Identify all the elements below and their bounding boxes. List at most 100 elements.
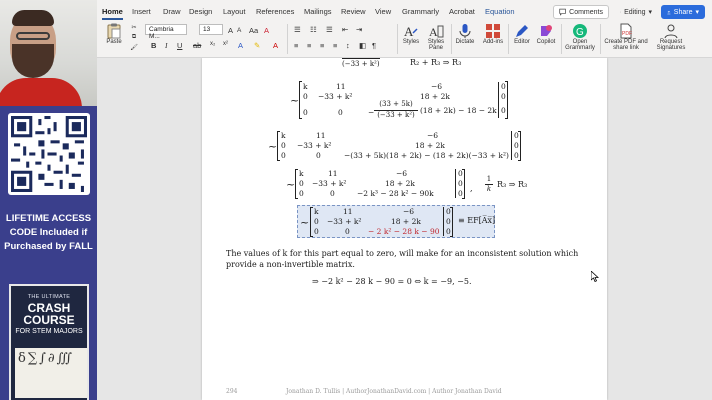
m1-frac-den: (−33 + k²): [374, 110, 418, 119]
tab-mailings[interactable]: Mailings: [304, 7, 332, 16]
italic-button[interactable]: I: [165, 41, 168, 50]
tab-view[interactable]: View: [375, 7, 391, 16]
pencil-icon: [620, 11, 622, 13]
numbering-icon[interactable]: ☷: [310, 25, 317, 34]
shrink-font-icon[interactable]: A: [237, 27, 241, 34]
font-color-icon[interactable]: A: [273, 41, 278, 50]
row-op-1: R₂ + R₃ ⇒ R₃: [410, 58, 462, 67]
font-name-dropdown[interactable]: Cambria M...: [145, 24, 187, 40]
styles-pane-icon: A: [429, 25, 444, 39]
dictate-button[interactable]: Dictate: [453, 23, 477, 45]
font-size-dropdown[interactable]: 13: [199, 24, 223, 35]
editor-icon: [516, 25, 528, 37]
m3-row-op: R₃ ⇒ R₃: [497, 180, 528, 189]
change-case-icon[interactable]: Aa: [249, 26, 258, 35]
comments-button[interactable]: Comments: [553, 5, 609, 19]
increase-indent-icon[interactable]: ⇥: [356, 25, 362, 34]
tab-grammarly[interactable]: Grammarly: [402, 7, 439, 16]
tilde-1: ~: [290, 94, 300, 107]
clear-format-icon[interactable]: A: [264, 26, 269, 35]
promo-sidebar: LIFETIME ACCESS CODE Included if Purchas…: [0, 0, 97, 400]
m1-cell: −6: [431, 82, 443, 91]
superscript-icon[interactable]: x²: [223, 41, 228, 47]
subscript-icon[interactable]: x₂: [210, 41, 215, 47]
share-label: Share: [673, 8, 693, 16]
paragraph-mark-icon[interactable]: ¶: [372, 41, 376, 50]
promo-text: LIFETIME ACCESS CODE Included if Purchas…: [0, 212, 97, 254]
highlight-icon[interactable]: ✎: [254, 41, 260, 50]
grammarly-label: Open Grammarly: [565, 39, 595, 51]
final-equation: ⇒ −2 k² − 28 k − 90 = 0 ⇔ k = −9, −5.: [312, 277, 472, 286]
svg-text:PDF: PDF: [622, 31, 632, 37]
ribbon-toolbar: Paste ✂ ⧉ 🖌 Cambria M... 13 A A Aa A B I…: [97, 22, 712, 58]
share-button[interactable]: Share ▾: [661, 5, 705, 19]
open-grammarly-button[interactable]: G Open Grammarly: [565, 23, 595, 51]
tab-layout[interactable]: Layout: [223, 7, 246, 16]
copilot-button[interactable]: Copilot: [534, 23, 558, 45]
row-op-1-denominator: (−33 + k²): [342, 58, 380, 68]
bullets-icon[interactable]: ☰: [294, 25, 301, 34]
cut-icon[interactable]: ✂: [129, 24, 139, 31]
align-right-icon[interactable]: ≡: [320, 41, 324, 50]
justify-icon[interactable]: ≡: [333, 41, 337, 50]
m2-cell: −(33 + 5k)(18 + 2k) − (18 + 2k)(−33 + k²…: [344, 151, 509, 160]
chevron-down-icon: ▾: [648, 9, 652, 16]
m1-cell: 0: [303, 108, 308, 117]
copy-icon[interactable]: ⧉: [129, 34, 139, 41]
format-painter-icon[interactable]: 🖌: [129, 44, 139, 51]
styles-pane-button[interactable]: A Styles Pane: [423, 23, 449, 51]
strikethrough-icon[interactable]: ab: [193, 41, 201, 50]
m4-cell: 11: [343, 207, 353, 216]
bold-button[interactable]: B: [151, 41, 156, 50]
m2-cell: 0: [316, 151, 321, 160]
multilevel-icon[interactable]: ☰: [326, 25, 333, 34]
promo-line-3: Purchased by FALL: [4, 241, 93, 252]
signature-icon: [664, 24, 678, 39]
comments-label: Comments: [569, 8, 603, 16]
create-pdf-button[interactable]: PDF Create PDF and share link: [603, 23, 649, 51]
shading-icon[interactable]: ◧: [359, 41, 366, 50]
align-center-icon[interactable]: ≡: [307, 41, 311, 50]
tab-insert[interactable]: Insert: [132, 7, 151, 16]
mouse-cursor-icon: [591, 271, 599, 282]
body-paragraph[interactable]: The values of k for this part equal to z…: [226, 248, 586, 270]
tab-home[interactable]: Home: [102, 7, 123, 20]
tab-design[interactable]: Design: [189, 7, 212, 16]
align-left-icon[interactable]: ≡: [294, 41, 298, 50]
editor-button[interactable]: Editor: [511, 23, 533, 45]
promo-line-2: CODE Included if: [9, 227, 88, 238]
comment-icon: [559, 8, 566, 16]
paste-button[interactable]: Paste: [103, 23, 125, 45]
styles-label: Styles: [402, 39, 420, 45]
request-signatures-button[interactable]: Request Signatures: [653, 23, 689, 51]
m3-comma: ,: [470, 184, 473, 193]
clipboard-icon: [107, 23, 121, 39]
document-canvas[interactable]: (−33 + k²) R₂ + R₃ ⇒ R₃ ~ k 11 −6 0 −33 …: [97, 58, 712, 400]
tab-equation[interactable]: Equation: [485, 7, 515, 16]
tab-draw[interactable]: Draw: [163, 7, 181, 16]
text-effects-icon[interactable]: A: [238, 41, 243, 50]
document-page[interactable]: (−33 + k²) R₂ + R₃ ⇒ R₃ ~ k 11 −6 0 −33 …: [202, 58, 607, 400]
tab-references[interactable]: References: [256, 7, 294, 16]
line-spacing-icon[interactable]: ↕: [346, 41, 350, 50]
m3-frac-num: 1: [486, 175, 492, 183]
m2-cell: 18 + 2k: [415, 141, 445, 150]
m2-cell: 0: [281, 141, 286, 150]
m4-cell-highlighted: − 2 k² − 28 k − 90: [368, 227, 440, 236]
underline-button[interactable]: U: [177, 41, 182, 50]
grammarly-icon: G: [573, 24, 587, 38]
m4-cell: 18 + 2k: [391, 217, 421, 226]
editing-dropdown[interactable]: Editing ▾: [615, 5, 657, 19]
grow-font-icon[interactable]: A: [228, 26, 233, 35]
m2-cell: −6: [427, 131, 439, 140]
editing-label: Editing: [624, 8, 646, 16]
decrease-indent-icon[interactable]: ⇤: [342, 25, 348, 34]
m4-cell: 0: [314, 227, 319, 236]
tab-review[interactable]: Review: [341, 7, 366, 16]
book-title-2: FOR STEM MAJORS: [15, 328, 83, 335]
m3-cell: 18 + 2k: [385, 179, 415, 188]
styles-button[interactable]: A Styles: [400, 23, 422, 45]
tab-acrobat[interactable]: Acrobat: [449, 7, 475, 16]
addins-button[interactable]: Add-ins: [481, 23, 505, 45]
paste-label: Paste: [106, 39, 122, 45]
